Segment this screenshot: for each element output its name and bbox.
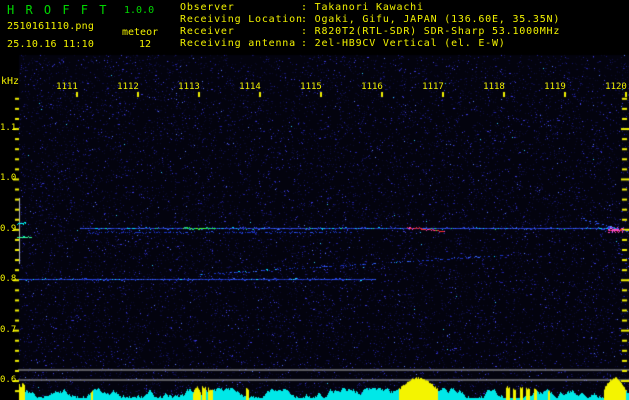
- y-axis-unit: kHz: [1, 76, 20, 87]
- echo-count: 12: [139, 39, 152, 50]
- info-label: Observer: [180, 2, 235, 13]
- x-axis-label: 1115: [300, 82, 322, 92]
- station-info-row: Receiving antenna: 2el-HB9CV Vertical (e…: [180, 38, 560, 50]
- x-axis-label: 1116: [361, 82, 383, 92]
- info-separator: :: [301, 2, 315, 13]
- output-filename: 2510161110.png: [7, 21, 95, 32]
- info-label: Receiving antenna: [180, 38, 296, 49]
- info-separator: :: [301, 26, 315, 37]
- x-axis-label: 1120: [605, 82, 627, 92]
- station-info-row: Receiver: R820T2(RTL-SDR) SDR-Sharp 53.1…: [180, 26, 560, 38]
- mode-label: meteor: [122, 27, 159, 38]
- info-separator: :: [301, 38, 315, 49]
- y-axis-label: 1.0: [0, 173, 17, 184]
- y-axis-label: 1.1: [0, 123, 17, 133]
- x-axis-label: 1112: [117, 82, 139, 92]
- x-axis-label: 1113: [178, 82, 200, 92]
- info-label: Receiver: [180, 26, 235, 37]
- info-value: Ogaki, Gifu, JAPAN (136.60E, 35.35N): [314, 14, 561, 25]
- x-axis-label: 1118: [483, 82, 505, 92]
- station-info-row: Receiving Location: Ogaki, Gifu, JAPAN (…: [180, 14, 560, 26]
- info-value: R820T2(RTL-SDR) SDR-Sharp 53.1000MHz: [314, 26, 561, 37]
- y-axis-label: 0.9: [0, 223, 17, 234]
- app-title: H R O F F T: [7, 3, 109, 17]
- station-info-row: Observer: Takanori Kawachi: [180, 2, 560, 14]
- info-label: Receiving Location: [180, 14, 303, 25]
- info-separator: :: [301, 14, 315, 25]
- spectrogram-canvas: [0, 0, 629, 400]
- app-version: 1.0.0: [124, 5, 155, 16]
- info-value: Takanori Kawachi: [314, 2, 424, 13]
- hrofft-screen: { "app": { "title": "H R O F F T", "vers…: [0, 0, 629, 400]
- x-axis-label: 1119: [544, 82, 566, 92]
- timestamp: 25.10.16 11:10: [7, 39, 95, 50]
- x-axis-label: 1111: [56, 82, 78, 92]
- info-value: 2el-HB9CV Vertical (el. E-W): [314, 38, 506, 49]
- station-info: Observer: Takanori Kawachi Receiving Loca…: [180, 2, 560, 50]
- y-axis-label: 0.8: [0, 274, 17, 285]
- x-axis-label: 1114: [239, 82, 261, 92]
- y-axis-label: 0.6: [0, 375, 17, 385]
- x-axis-label: 1117: [422, 82, 444, 92]
- y-axis-label: 0.7: [0, 324, 17, 335]
